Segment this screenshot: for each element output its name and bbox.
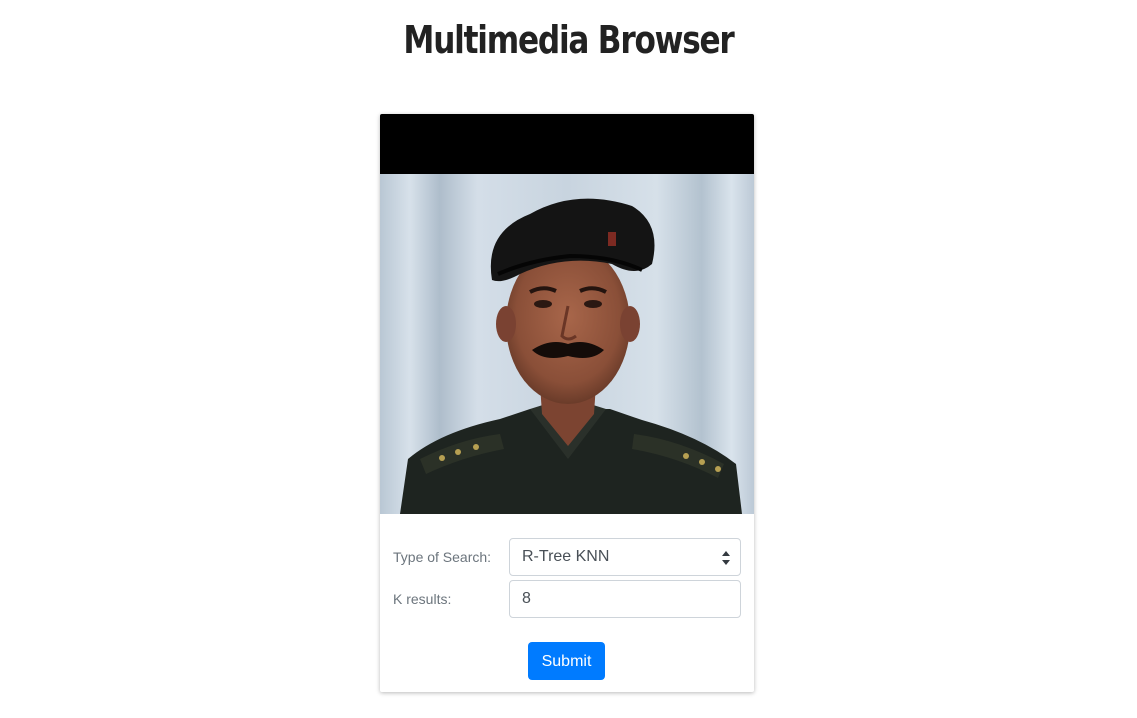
page-title: Multimedia Browser — [403, 18, 734, 62]
k-results-input[interactable]: 8 — [509, 580, 741, 618]
select-arrows-icon — [722, 551, 730, 565]
query-image — [380, 114, 754, 514]
search-type-label: Type of Search: — [393, 549, 492, 565]
search-type-value: R-Tree KNN — [522, 548, 610, 565]
k-results-label: K results: — [393, 591, 452, 607]
search-card: Type of Search: R-Tree KNN K results: 8 … — [380, 114, 754, 692]
search-type-row: Type of Search: R-Tree KNN — [393, 538, 741, 576]
search-type-select[interactable]: R-Tree KNN — [509, 538, 741, 576]
submit-button[interactable]: Submit — [528, 642, 605, 680]
k-results-row: K results: 8 — [393, 580, 741, 618]
